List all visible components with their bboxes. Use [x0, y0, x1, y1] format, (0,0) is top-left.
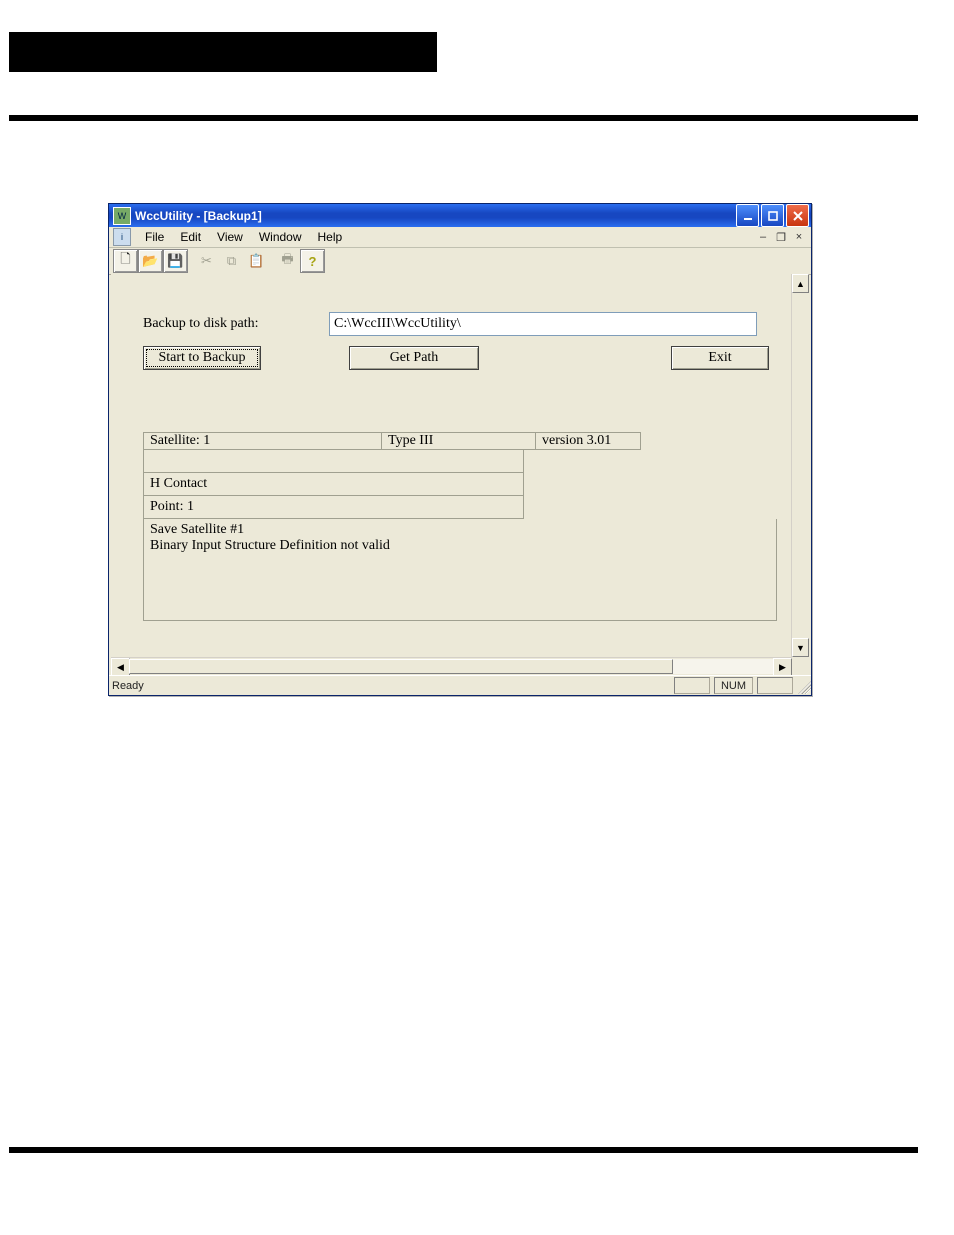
hcontact-field: H Contact: [143, 473, 524, 496]
cut-icon: ✂: [201, 253, 212, 269]
get-path-button[interactable]: Get Path: [349, 346, 479, 370]
toolbar-print-button[interactable]: 🖶: [275, 249, 300, 273]
window-title: WccUtility - [Backup1]: [135, 209, 262, 223]
client-area: Backup to disk path: Start to Backup Get…: [111, 274, 809, 675]
hscroll-track[interactable]: [129, 659, 774, 674]
satellite-field: Satellite: 1: [143, 432, 381, 450]
scroll-down-button[interactable]: ▼: [792, 638, 809, 657]
paste-icon: 📋: [248, 253, 264, 269]
status-pane-blank1: [674, 677, 710, 694]
status-ready: Ready: [109, 680, 144, 692]
app-icon: W: [113, 207, 131, 225]
save-icon: 💾: [167, 253, 183, 269]
maximize-button[interactable]: [761, 204, 784, 227]
version-field: version 3.01: [535, 432, 641, 450]
toolbar-help-button[interactable]: ?: [300, 249, 325, 273]
page-divider-top: [9, 115, 918, 121]
menubar: i File Edit View Window Help – ❐ ×: [109, 227, 811, 248]
resize-grip-icon[interactable]: [795, 678, 811, 694]
backup-form: Backup to disk path: Start to Backup Get…: [111, 274, 791, 657]
toolbar: 🗋 📂 💾 ✂ ⧉ 📋 🖶 ?: [109, 248, 811, 275]
toolbar-paste-button[interactable]: 📋: [244, 249, 269, 273]
blank-field: [143, 450, 524, 473]
page-black-header-bar: [9, 32, 437, 72]
mdi-minimize-button[interactable]: –: [755, 230, 771, 245]
toolbar-open-button[interactable]: 📂: [138, 249, 163, 273]
mdi-close-button[interactable]: ×: [791, 230, 807, 245]
backup-path-input[interactable]: [329, 312, 757, 336]
scroll-corner: [792, 658, 809, 675]
toolbar-copy-button[interactable]: ⧉: [219, 249, 244, 273]
type-field: Type III: [381, 432, 535, 450]
new-file-icon: 🗋: [120, 250, 130, 272]
print-icon: 🖶: [281, 250, 293, 272]
copy-icon: ⧉: [227, 253, 236, 269]
vertical-scrollbar[interactable]: ▲ ▼: [791, 274, 809, 657]
maximize-icon: [768, 211, 778, 221]
log-output: Save Satellite #1 Binary Input Structure…: [143, 519, 777, 621]
mdi-restore-button[interactable]: ❐: [773, 230, 789, 245]
mdi-child-icon[interactable]: i: [113, 228, 131, 246]
start-backup-button[interactable]: Start to Backup: [143, 346, 261, 370]
menu-help[interactable]: Help: [310, 228, 351, 246]
menu-file[interactable]: File: [137, 228, 172, 246]
statusbar: Ready NUM: [109, 675, 811, 695]
horizontal-scrollbar[interactable]: ◀ ▶: [111, 657, 792, 675]
open-file-icon: 📂: [142, 253, 158, 269]
close-button[interactable]: [786, 204, 809, 227]
close-icon: [793, 211, 803, 221]
status-pane-num: NUM: [714, 677, 753, 694]
toolbar-save-button[interactable]: 💾: [163, 249, 188, 273]
page-divider-bottom: [9, 1147, 918, 1153]
hscroll-thumb[interactable]: [129, 659, 673, 674]
minimize-button[interactable]: [736, 204, 759, 227]
status-pane-blank2: [757, 677, 793, 694]
toolbar-cut-button[interactable]: ✂: [194, 249, 219, 273]
menu-view[interactable]: View: [209, 228, 251, 246]
exit-button[interactable]: Exit: [671, 346, 769, 370]
help-icon: ?: [309, 254, 317, 269]
app-window: W WccUtility - [Backup1] i File Edit Vie…: [108, 203, 812, 696]
toolbar-new-button[interactable]: 🗋: [113, 249, 138, 273]
menu-edit[interactable]: Edit: [172, 228, 209, 246]
scroll-up-button[interactable]: ▲: [792, 274, 809, 293]
backup-path-label: Backup to disk path:: [143, 316, 329, 332]
titlebar[interactable]: W WccUtility - [Backup1]: [109, 204, 811, 227]
menu-window[interactable]: Window: [251, 228, 310, 246]
point-field: Point: 1: [143, 496, 524, 519]
minimize-icon: [743, 211, 753, 221]
